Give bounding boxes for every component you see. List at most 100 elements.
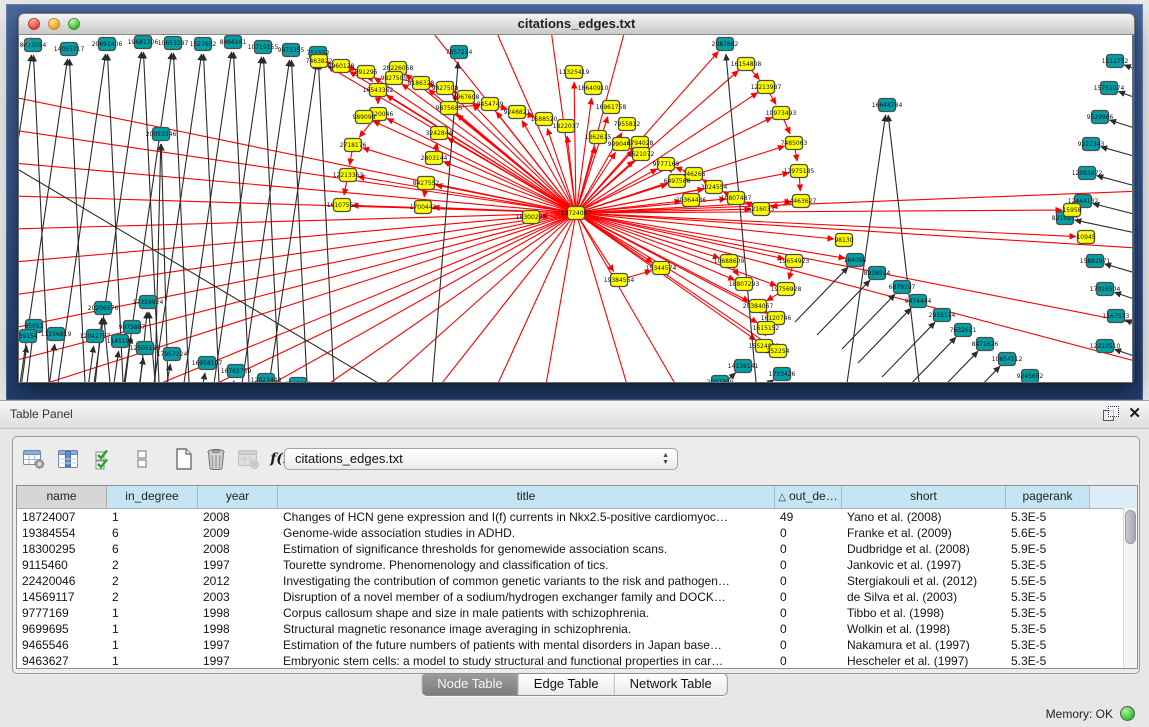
network-edge[interactable] — [44, 344, 55, 382]
network-edge[interactable] — [224, 381, 234, 382]
network-node[interactable]: 16154808 — [731, 58, 762, 71]
network-node[interactable]: 20691406 — [92, 38, 123, 51]
table-cell[interactable]: 1 — [107, 509, 198, 525]
table-cell[interactable]: 2 — [107, 573, 198, 589]
table-cell[interactable]: 0 — [775, 605, 842, 621]
network-node[interactable]: 20206576 — [88, 302, 119, 315]
table-cell[interactable]: 9465546 — [17, 637, 107, 653]
table-cell[interactable]: 1 — [107, 621, 198, 637]
network-node[interactable]: 10973493 — [766, 107, 797, 120]
network-edge[interactable] — [195, 373, 205, 382]
table-cell[interactable]: 1998 — [198, 621, 278, 637]
network-edge[interactable] — [19, 213, 576, 382]
table-cell[interactable]: Stergiakouli et al. (2012) — [842, 573, 1006, 589]
network-node[interactable]: 98130 — [834, 234, 853, 247]
table-cell[interactable]: 1 — [107, 637, 198, 653]
network-edge[interactable] — [576, 190, 1132, 213]
network-node[interactable]: 12213987 — [751, 81, 782, 94]
table-row[interactable]: 977716911998Corpus callosum shape and si… — [17, 605, 1137, 621]
network-edge[interactable] — [925, 351, 978, 382]
network-node[interactable]: 19384554 — [604, 274, 635, 287]
table-cell[interactable]: Wolkin et al. (1998) — [842, 621, 1006, 637]
table-cell[interactable]: 0 — [775, 589, 842, 605]
network-node[interactable]: 2097309 — [707, 376, 734, 383]
new-table-icon[interactable] — [171, 446, 197, 472]
network-node[interactable]: 1167533 — [1103, 310, 1130, 323]
network-node[interactable]: 164095 — [844, 254, 867, 267]
table-cell[interactable]: 6 — [107, 525, 198, 541]
table-cell[interactable]: Jankovic et al. (1997) — [842, 557, 1006, 573]
table-settings-icon[interactable] — [21, 446, 47, 472]
network-node[interactable]: 1112752 — [1102, 55, 1129, 68]
column-header-short[interactable]: short — [842, 486, 1006, 508]
network-edge[interactable] — [203, 54, 221, 382]
table-cell[interactable]: 0 — [775, 557, 842, 573]
table-cell[interactable]: 2009 — [198, 525, 278, 541]
table-cell[interactable]: Corpus callosum shape and size in male p… — [278, 605, 775, 621]
network-node[interactable]: 39154 — [19, 330, 38, 343]
table-cell[interactable]: 2 — [107, 557, 198, 573]
network-edge[interactable] — [143, 52, 161, 382]
network-node[interactable]: 2087682 — [712, 38, 739, 51]
network-edge[interactable] — [539, 213, 576, 382]
table-cell[interactable]: 5.5E-5 — [1006, 573, 1090, 589]
table-cell[interactable]: 2003 — [198, 589, 278, 605]
table-cell[interactable]: 9777169 — [17, 605, 107, 621]
table-cell[interactable]: 5.3E-5 — [1006, 589, 1090, 605]
table-cell[interactable]: 2 — [107, 589, 198, 605]
network-node[interactable]: 8471626 — [972, 338, 999, 351]
float-panel-icon[interactable] — [1103, 406, 1118, 421]
network-edge[interactable] — [19, 125, 576, 213]
table-cell[interactable]: 18300295 — [17, 541, 107, 557]
network-node[interactable]: 14463627 — [786, 195, 817, 208]
table-cell[interactable]: 5.6E-5 — [1006, 525, 1090, 541]
network-node[interactable]: 9246821 — [504, 106, 531, 119]
network-node[interactable]: 9245012 — [285, 378, 312, 383]
network-node[interactable]: 19756928 — [771, 283, 802, 296]
network-node[interactable]: 12975185 — [784, 165, 815, 178]
network-node[interactable]: 17957224 — [157, 348, 188, 361]
column-header-name[interactable]: name — [17, 486, 107, 508]
network-node[interactable]: 19681306 — [128, 36, 159, 49]
network-node[interactable]: 16107552 — [327, 199, 358, 212]
network-node[interactable]: 16961758 — [596, 101, 627, 114]
network-edge[interactable] — [795, 267, 848, 322]
network-edge[interactable] — [576, 98, 592, 213]
network-edge[interactable] — [903, 337, 956, 382]
network-canvas[interactable]: 1872400788130541405571720691406196813061… — [18, 35, 1133, 383]
table-cell[interactable]: 0 — [775, 573, 842, 589]
network-node[interactable]: 12093872 — [1072, 167, 1103, 180]
table-cell[interactable]: 1997 — [198, 653, 278, 669]
column-header-outde[interactable]: △out_de… — [775, 486, 842, 508]
table-cell[interactable]: Embryonic stem cells: a model to study s… — [278, 653, 775, 669]
network-node[interactable]: 16782759 — [221, 365, 252, 378]
table-cell[interactable]: Disruption of a novel member of a sodium… — [278, 589, 775, 605]
network-node[interactable]: 8466161 — [220, 36, 247, 49]
network-node[interactable]: 11156819 — [41, 328, 72, 341]
network-node[interactable]: 7485063 — [781, 137, 808, 150]
network-node[interactable]: 17359924 — [133, 296, 164, 309]
table-cell[interactable]: 2008 — [198, 541, 278, 557]
network-edge[interactable] — [1124, 65, 1132, 83]
table-cell[interactable]: 1997 — [198, 557, 278, 573]
table-cell[interactable]: 14569117 — [17, 589, 107, 605]
table-cell[interactable]: de Silva et al. (2003) — [842, 589, 1006, 605]
network-edge[interactable] — [842, 294, 895, 349]
close-window-icon[interactable] — [28, 18, 40, 30]
table-cell[interactable]: 0 — [775, 525, 842, 541]
network-node[interactable]: 1527602 — [190, 38, 217, 51]
network-edge[interactable] — [947, 366, 1000, 382]
table-cell[interactable]: Hescheler et al. (1997) — [842, 653, 1006, 669]
table-rows-icon[interactable] — [129, 446, 155, 472]
network-node[interactable]: 9975887 — [119, 321, 146, 334]
network-node[interactable]: 10654112 — [992, 353, 1023, 366]
table-selector-dropdown[interactable]: citations_edges.txt ▲▼ — [284, 448, 678, 470]
table-row[interactable]: 1830029562008Estimation of significance … — [17, 541, 1137, 557]
table-cell[interactable]: 0 — [775, 653, 842, 669]
column-header-year[interactable]: year — [198, 486, 278, 508]
network-edge[interactable] — [19, 213, 576, 230]
network-edge[interactable] — [160, 364, 170, 382]
table-cell[interactable]: 9115460 — [17, 557, 107, 573]
table-row[interactable]: 2242004622012Investigating the contribut… — [17, 573, 1137, 589]
network-node[interactable]: 1733426 — [769, 368, 796, 381]
